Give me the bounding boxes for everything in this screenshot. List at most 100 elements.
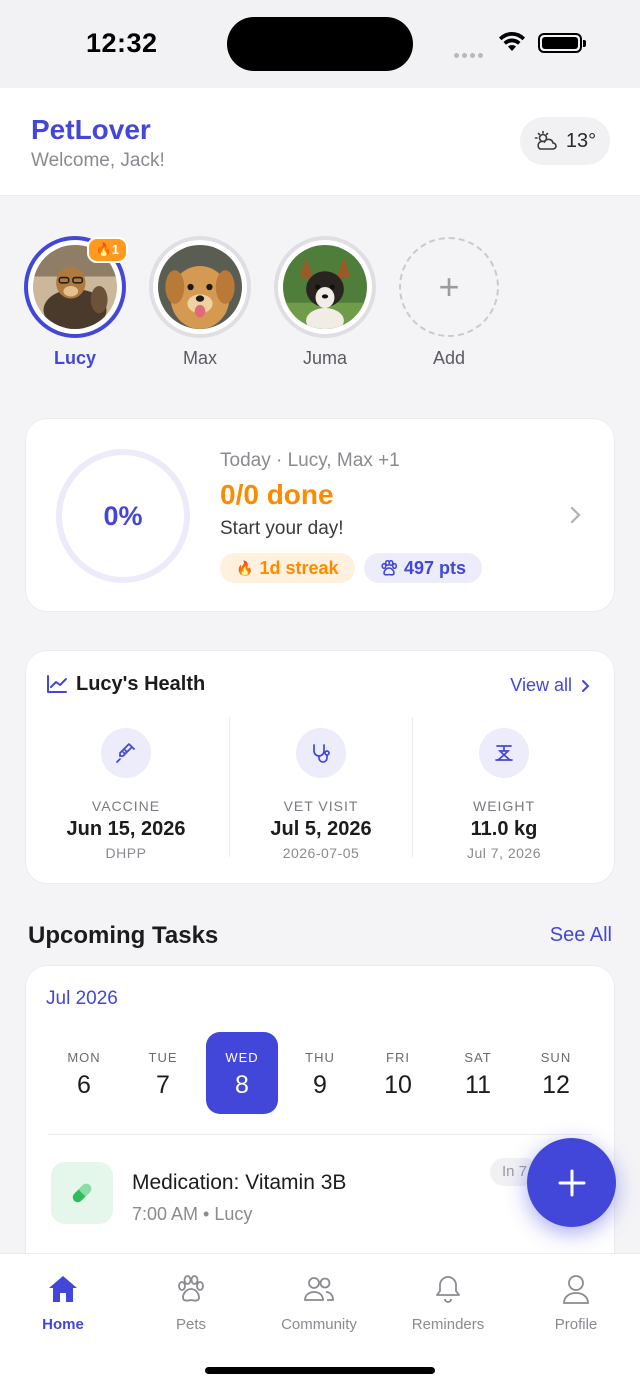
tab-label: Community (281, 1316, 357, 1333)
syringe-icon (101, 728, 151, 778)
health-card: Lucy's Health View all VACCINE Jun 15, 2… (25, 650, 615, 884)
day-sat[interactable]: SAT 11 (442, 1032, 514, 1114)
battery-icon (538, 33, 586, 53)
view-all-link[interactable]: View all (510, 675, 590, 696)
weight-metric[interactable]: WEIGHT 11.0 kg Jul 7, 2026 (414, 717, 594, 861)
metric-sub: 2026-07-05 (282, 845, 360, 861)
pet-max[interactable]: Max (149, 236, 251, 369)
task-title[interactable]: Medication: Vitamin 3B (132, 1171, 346, 1195)
pill-icon (51, 1162, 113, 1224)
cellular-signal-icon (454, 45, 486, 63)
day-name: FRI (386, 1050, 410, 1065)
day-wed-selected[interactable]: WED 8 (206, 1032, 278, 1114)
progress-message: Start your day! (220, 518, 344, 539)
task-subtitle: 7:00 AM • Lucy (132, 1204, 253, 1224)
plus-icon: + (399, 237, 499, 337)
welcome-text: Welcome, Jack! (31, 150, 165, 171)
progress-percent: 0% (103, 500, 143, 531)
pet-name: Juma (302, 348, 347, 368)
add-pet-label: Add (432, 348, 466, 368)
user-icon (516, 1272, 636, 1306)
points-label: 497 pts (404, 557, 467, 578)
streak-chip: 🔥 1d streak (220, 553, 355, 583)
weather-chip[interactable]: 13° (520, 117, 610, 165)
metric-sub: DHPP (105, 845, 147, 861)
day-number: 8 (235, 1071, 249, 1099)
tab-community[interactable]: Community (259, 1272, 379, 1333)
cloud-sun-icon (534, 130, 557, 150)
flame-icon: 🔥 (236, 559, 254, 576)
pet-name: Lucy (53, 348, 96, 368)
pet-photo-max (158, 245, 242, 329)
column-divider (229, 717, 230, 857)
day-tue[interactable]: TUE 7 (127, 1032, 199, 1114)
wifi-icon (499, 31, 525, 51)
day-thu[interactable]: THU 9 (284, 1032, 356, 1114)
metric-label: WEIGHT (473, 798, 535, 814)
day-sun[interactable]: SUN 12 (520, 1032, 592, 1114)
tab-label: Home (42, 1316, 84, 1333)
status-bar: 12:32 (0, 0, 640, 88)
metric-sub: Jul 7, 2026 (467, 845, 541, 861)
tab-label: Pets (175, 1316, 206, 1333)
day-fri[interactable]: FRI 10 (362, 1032, 434, 1114)
paw-icon (131, 1272, 251, 1306)
vaccine-metric[interactable]: VACCINE Jun 15, 2026 DHPP (36, 717, 216, 861)
stethoscope-icon (296, 728, 346, 778)
tab-label: Profile (554, 1316, 598, 1333)
pet-avatar-ring (274, 236, 376, 338)
progress-ring: 0% (56, 449, 190, 583)
streak-label: 1d streak (259, 557, 339, 578)
home-indicator[interactable] (205, 1367, 435, 1374)
app-header: PetLover Welcome, Jack! 13° (0, 88, 640, 196)
status-time: 12:32 (86, 28, 158, 58)
plus-icon (558, 1169, 585, 1196)
day-name: THU (305, 1050, 335, 1065)
line-chart-icon (47, 675, 67, 693)
view-all-label: View all (510, 675, 572, 695)
tab-label: Reminders (411, 1316, 485, 1333)
metric-value: Jul 5, 2026 (270, 818, 372, 840)
see-all-link[interactable]: See All (550, 924, 612, 947)
pet-avatar-ring: 🔥1 (24, 236, 128, 338)
tab-pets[interactable]: Pets (131, 1272, 251, 1333)
day-number: 6 (77, 1071, 91, 1099)
tasks-done-count: 0/0 done (220, 479, 334, 510)
scale-icon (479, 728, 529, 778)
daily-progress-card[interactable]: 0% Today · Lucy, Max +1 0/0 done Start y… (25, 418, 615, 612)
day-name: TUE (148, 1050, 178, 1065)
tasks-card: Jul 2026 MON 6 TUE 7 WED 8 THU 9 FRI 10 … (25, 965, 615, 1285)
day-mon[interactable]: MON 6 (48, 1032, 120, 1114)
tab-profile[interactable]: Profile (516, 1272, 636, 1333)
pet-juma[interactable]: Juma (274, 236, 376, 369)
metric-value: Jun 15, 2026 (66, 818, 186, 840)
pet-photo-juma (283, 245, 367, 329)
day-name: SAT (464, 1050, 492, 1065)
today-summary: Today · Lucy, Max +1 (220, 450, 400, 471)
day-name: SUN (540, 1050, 572, 1065)
tab-reminders[interactable]: Reminders (388, 1272, 508, 1333)
pet-lucy[interactable]: 🔥1 Lucy (24, 236, 128, 369)
metric-label: VET VISIT (283, 798, 359, 814)
add-pet-button[interactable]: + Add (398, 236, 500, 369)
add-task-fab[interactable] (527, 1138, 616, 1227)
day-number: 9 (313, 1071, 327, 1099)
column-divider (412, 717, 413, 857)
month-label[interactable]: Jul 2026 (46, 988, 118, 1010)
health-title: Lucy's Health (76, 673, 206, 695)
chevron-right-icon (582, 679, 590, 692)
divider (48, 1134, 592, 1135)
day-number: 11 (465, 1071, 491, 1099)
vet-visit-metric[interactable]: VET VISIT Jul 5, 2026 2026-07-05 (231, 717, 411, 861)
home-icon (3, 1272, 123, 1306)
pet-selector: 🔥1 Lucy Max Juma + Add (0, 236, 640, 376)
tab-home[interactable]: Home (3, 1272, 123, 1333)
weather-temperature: 13° (565, 129, 597, 152)
chevron-right-icon (570, 506, 581, 524)
paw-icon (381, 560, 398, 576)
day-number: 7 (156, 1071, 170, 1099)
day-number: 12 (542, 1071, 570, 1099)
pet-name: Max (182, 348, 217, 368)
app-title: PetLover (31, 114, 151, 145)
users-icon (259, 1272, 379, 1306)
